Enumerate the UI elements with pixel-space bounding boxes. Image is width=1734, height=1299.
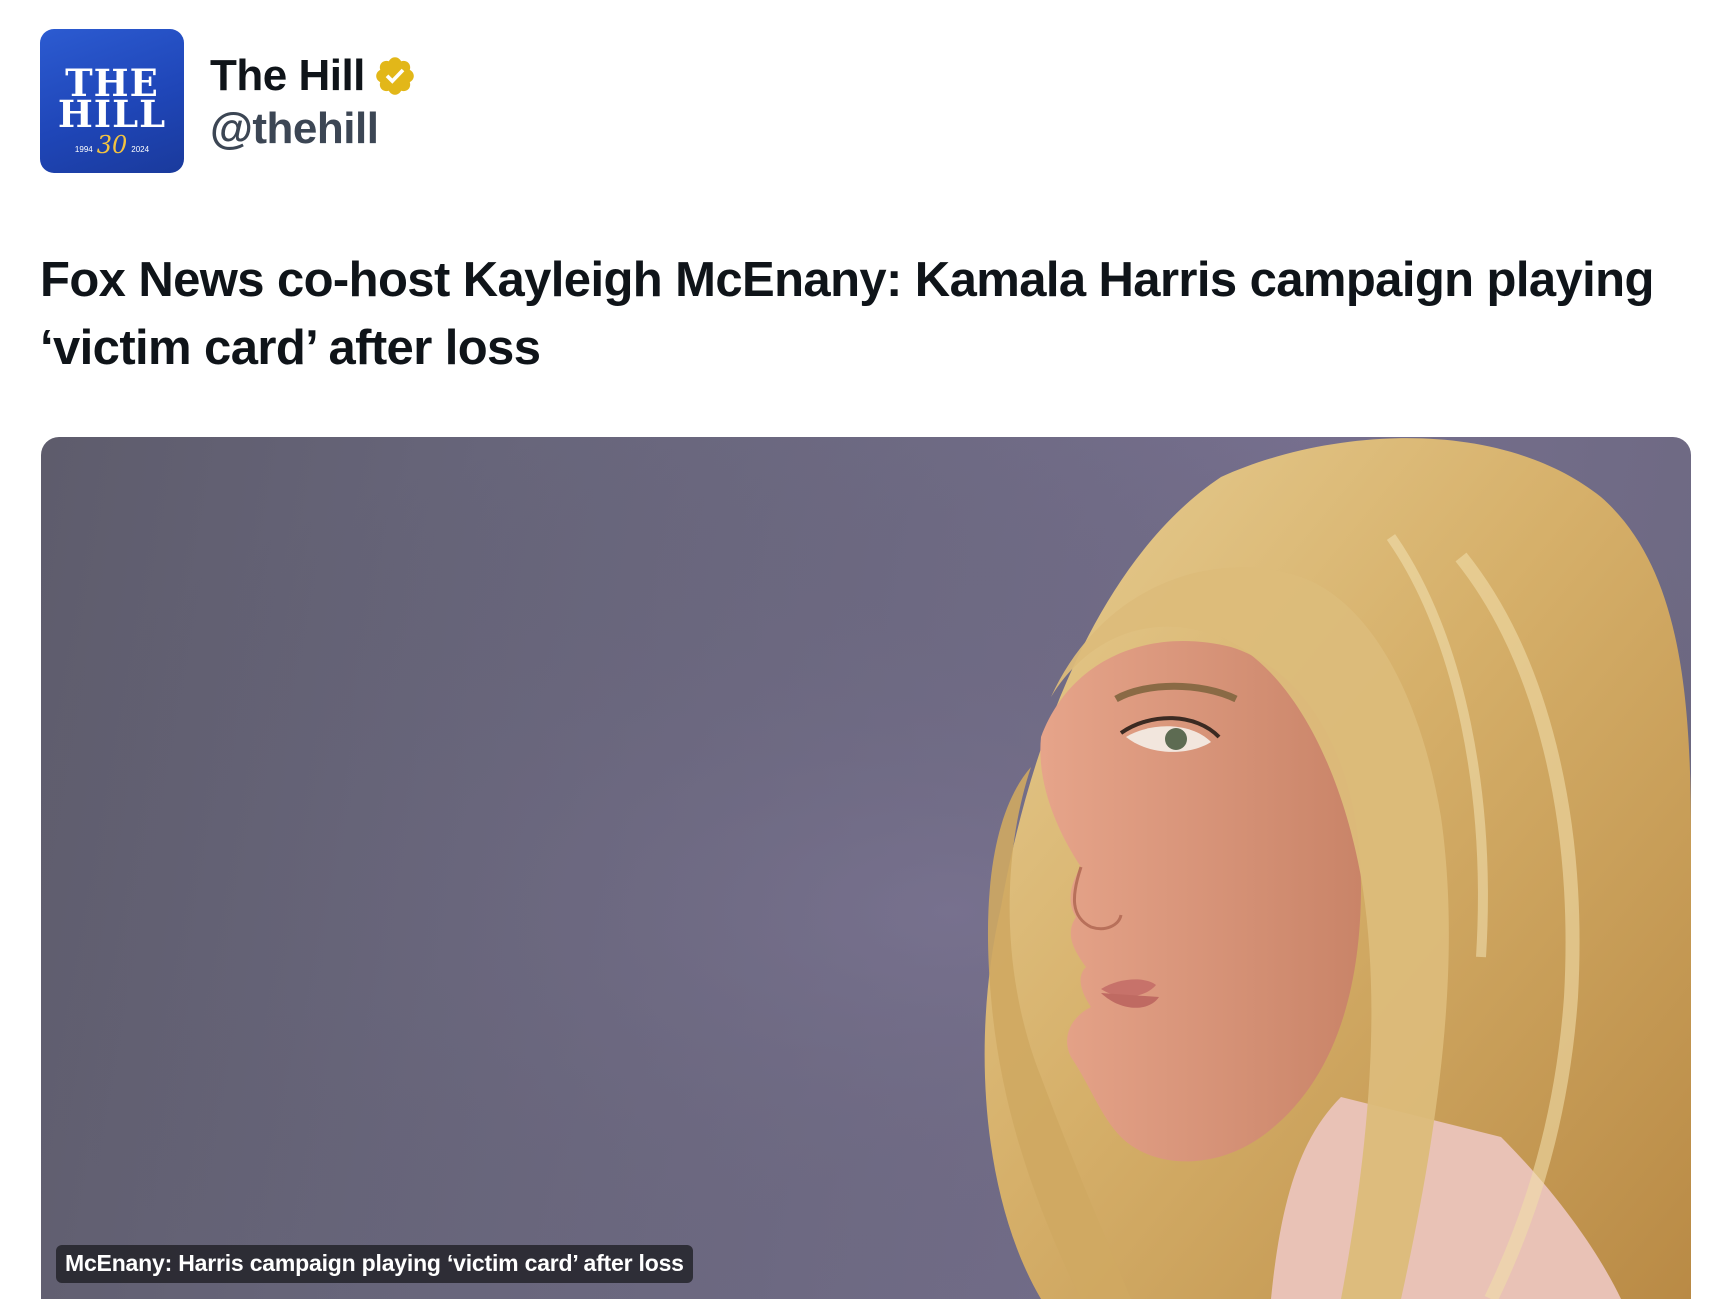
photo-of-woman-profile-icon: [41, 437, 1691, 1299]
avatar-anniversary: 1994 30 2024: [40, 133, 184, 157]
display-name[interactable]: The Hill: [210, 51, 365, 101]
link-card-caption: McEnany: Harris campaign playing ‘victim…: [56, 1245, 693, 1283]
link-card[interactable]: McEnany: Harris campaign playing ‘victim…: [41, 437, 1691, 1299]
display-name-row: The Hill: [210, 48, 417, 104]
avatar-logo-line2: HILL: [57, 92, 167, 136]
avatar-year-start: 1994: [74, 144, 93, 154]
avatar[interactable]: THE HILL 1994 30 2024: [40, 29, 184, 173]
avatar-year-end: 2024: [131, 144, 150, 154]
post-header: THE HILL 1994 30 2024 The Hill @thehill: [40, 29, 417, 173]
post-headline: Fox News co-host Kayleigh McEnany: Kamal…: [40, 253, 1654, 375]
handle[interactable]: @thehill: [210, 104, 417, 154]
author-info: The Hill @thehill: [210, 48, 417, 154]
avatar-anniversary-number: 30: [96, 131, 128, 159]
verified-badge-icon: [376, 57, 414, 95]
